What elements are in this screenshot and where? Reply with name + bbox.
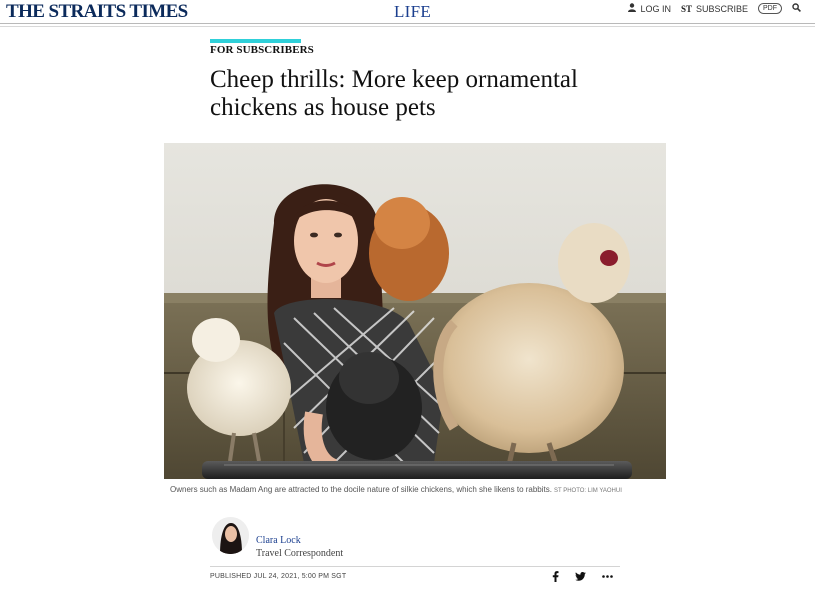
subscribe-label: SUBSCRIBE xyxy=(695,3,748,14)
subscribe-link[interactable]: ST SUBSCRIBE xyxy=(681,4,748,14)
facebook-icon[interactable] xyxy=(552,571,559,582)
top-bar: THE STRAITS TIMES LIFE LOG IN ST SUBSCRI… xyxy=(0,0,815,24)
subscriber-kicker[interactable]: FOR SUBSCRIBERS xyxy=(210,44,314,56)
header-divider xyxy=(0,23,815,24)
pdf-label: PDF xyxy=(758,3,782,14)
byline-divider xyxy=(210,566,620,567)
author-title: Travel Correspondent xyxy=(256,548,344,559)
photo-credit: ST PHOTO: LIM YAOHUI xyxy=(553,488,622,494)
login-label: LOG IN xyxy=(640,3,671,14)
pdf-link[interactable]: PDF xyxy=(758,3,782,14)
author-avatar[interactable] xyxy=(212,517,249,554)
author-name[interactable]: Clara Lock xyxy=(256,535,301,546)
header-tools: LOG IN ST SUBSCRIBE PDF xyxy=(628,3,801,14)
photo-caption: Owners such as Madam Ang are attracted t… xyxy=(170,485,622,494)
published-date: PUBLISHED JUL 24, 2021, 5:00 PM SGT xyxy=(210,573,347,580)
more-icon[interactable] xyxy=(602,575,613,578)
user-icon xyxy=(628,3,637,14)
section-title[interactable]: LIFE xyxy=(394,2,431,22)
share-bar xyxy=(552,571,613,582)
twitter-icon[interactable] xyxy=(575,572,586,581)
caption-text: Owners such as Madam Ang are attracted t… xyxy=(170,485,552,494)
site-logo[interactable]: THE STRAITS TIMES xyxy=(6,1,188,23)
lead-photo xyxy=(164,143,666,479)
login-link[interactable]: LOG IN xyxy=(628,3,671,14)
article-headline: Cheep thrills: More keep ornamental chic… xyxy=(210,66,578,121)
st-badge: ST xyxy=(680,3,692,14)
kicker-accent-bar xyxy=(210,39,301,43)
search-icon xyxy=(792,3,801,14)
header-divider-secondary xyxy=(0,26,815,27)
search-button[interactable] xyxy=(792,3,801,14)
